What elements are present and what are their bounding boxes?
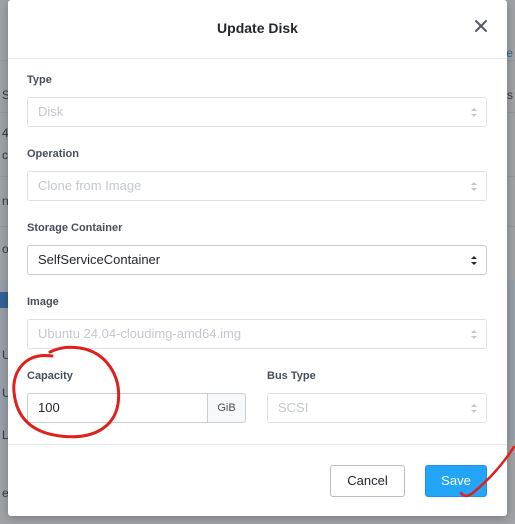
image-select[interactable]: Ubuntu 24.04-cloudimg-amd64.img — [27, 319, 487, 349]
type-select-value: Disk — [38, 104, 64, 119]
close-button[interactable] — [473, 18, 489, 34]
operation-select[interactable]: Clone from Image — [27, 171, 487, 201]
capacity-label: Capacity — [27, 370, 73, 382]
storage-container-select[interactable]: SelfServiceContainer — [27, 245, 487, 275]
type-label: Type — [27, 74, 52, 86]
dialog-footer: Cancel Save — [8, 444, 507, 517]
capacity-unit-addon: GiB — [207, 393, 246, 423]
type-select[interactable]: Disk — [27, 97, 487, 127]
sort-caret-icon — [471, 256, 477, 265]
dialog-header: Update Disk — [8, 0, 507, 59]
operation-label: Operation — [27, 148, 79, 160]
sort-caret-icon — [471, 108, 477, 117]
sort-caret-icon — [471, 404, 477, 413]
capacity-input[interactable]: 100 — [27, 393, 207, 423]
bus-type-select[interactable]: SCSI — [267, 393, 487, 423]
storage-container-label: Storage Container — [27, 222, 123, 234]
update-disk-dialog: Update Disk Type Disk Operation Clone fr… — [8, 0, 507, 516]
image-select-value: Ubuntu 24.04-cloudimg-amd64.img — [38, 326, 242, 341]
sort-caret-icon — [471, 182, 477, 191]
storage-container-select-value: SelfServiceContainer — [38, 252, 161, 267]
operation-select-value: Clone from Image — [38, 178, 142, 193]
bus-type-label: Bus Type — [267, 370, 316, 382]
bus-type-select-value: SCSI — [278, 400, 309, 415]
dialog-title: Update Disk — [217, 20, 298, 36]
save-button[interactable]: Save — [425, 465, 487, 497]
close-icon — [475, 20, 487, 32]
sort-caret-icon — [471, 330, 477, 339]
image-label: Image — [27, 296, 59, 308]
cancel-button[interactable]: Cancel — [330, 465, 405, 497]
